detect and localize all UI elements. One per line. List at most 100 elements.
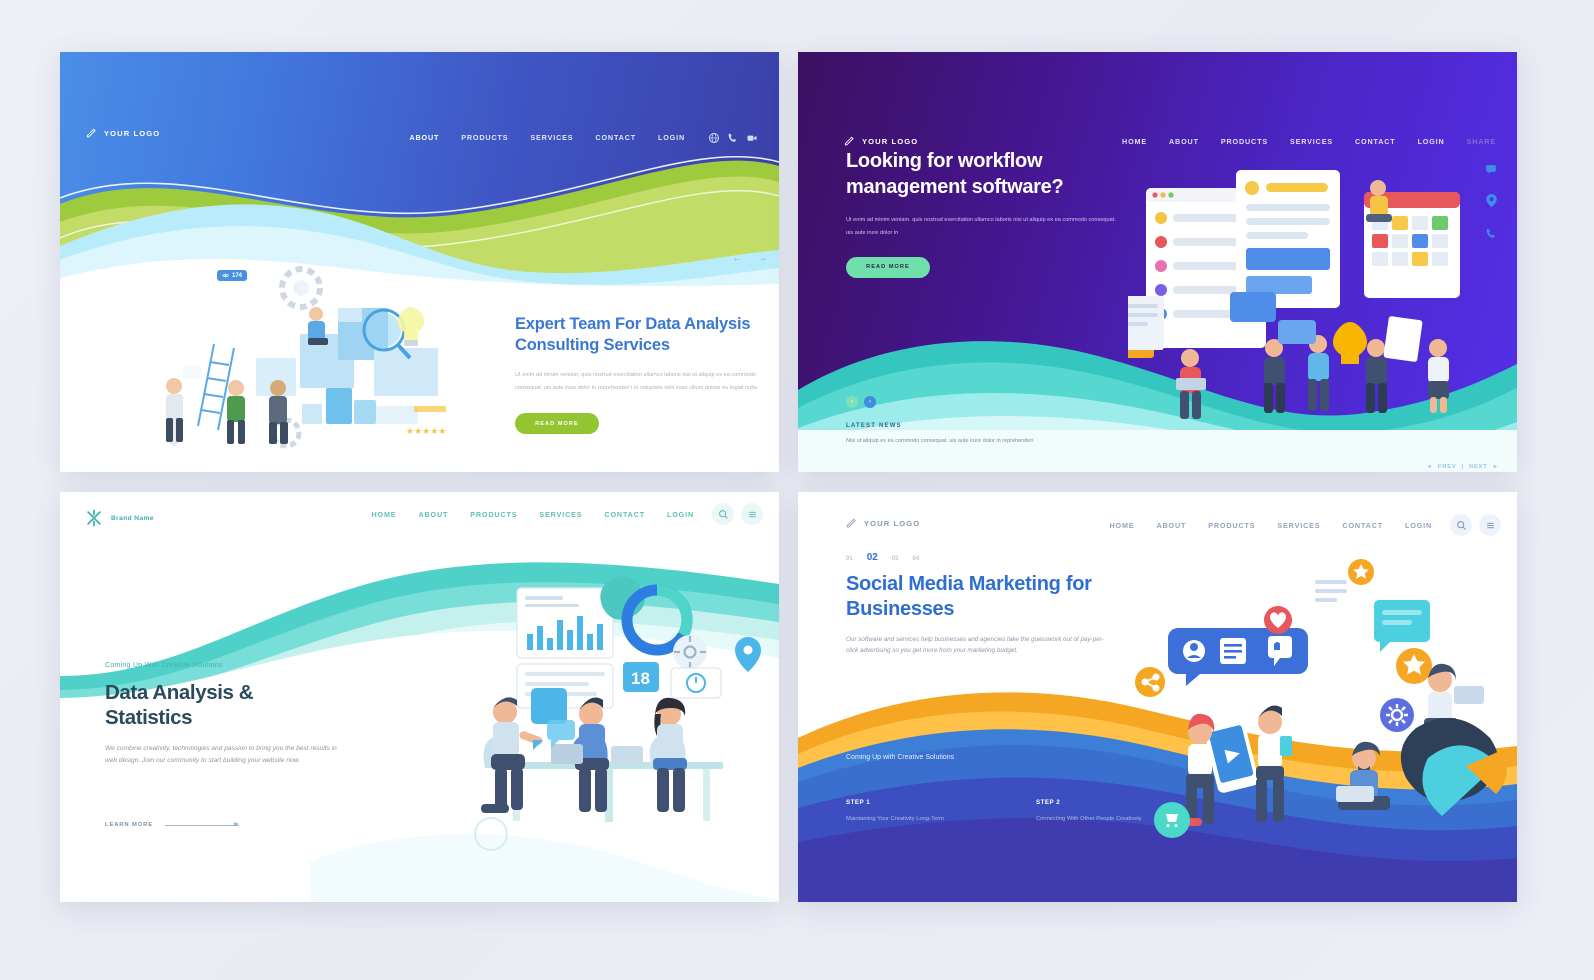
panel1-nav-about[interactable]: ABOUT: [398, 133, 450, 142]
pager-prev-icon[interactable]: ◄: [1426, 464, 1432, 470]
chat-icon[interactable]: [1485, 162, 1497, 180]
panel4-step-1-title: STEP 1: [846, 799, 871, 806]
panel1-illustration: ★★★★★: [166, 266, 446, 449]
hamburger-menu-icon[interactable]: [741, 503, 763, 525]
pencil-icon: [846, 518, 856, 528]
arrow-right-icon: [164, 822, 239, 827]
panel4-steps: STEP 1 Maintaining Your Creativity Long-…: [846, 799, 1142, 825]
panel2-nav-contact[interactable]: CONTACT: [1344, 137, 1407, 146]
panel4-nav-home[interactable]: HOME: [1098, 521, 1145, 530]
panel2-content: Looking for workflow management software…: [846, 148, 1118, 278]
panel4-page-03[interactable]: 03: [892, 556, 899, 562]
panel4-lower-content: Coming Up with Creative Solutions STEP 1…: [846, 754, 1142, 825]
panel4-nav-contact[interactable]: CONTACT: [1331, 521, 1394, 530]
panel2-logo-text: YOUR LOGO: [862, 137, 919, 146]
panel2-nav-login[interactable]: LOGIN: [1407, 137, 1456, 146]
panel4-nav-about[interactable]: ABOUT: [1145, 521, 1197, 530]
panel1-nav-contact[interactable]: CONTACT: [584, 133, 647, 142]
panel4-navigation: HOME ABOUT PRODUCTS SERVICES CONTACT LOG…: [1098, 514, 1501, 536]
panel4-logo[interactable]: YOUR LOGO: [846, 518, 920, 529]
panel1-navigation: ABOUT PRODUCTS SERVICES CONTACT LOGIN: [398, 128, 761, 147]
panel3-body-text: We combine creativity, technologies and …: [105, 745, 337, 764]
panel2-news-nav-dots: ‹ ›: [846, 396, 1033, 408]
panel4-nav-services[interactable]: SERVICES: [1266, 521, 1331, 530]
panel4-lower-kicker: Coming Up with Creative Solutions: [846, 754, 955, 761]
pager-separator: |: [1461, 464, 1465, 470]
panel3-logo[interactable]: Brand Name: [84, 508, 154, 528]
panel3-logo-text: Brand Name: [111, 514, 154, 522]
pencil-icon: [86, 128, 96, 138]
panel2-nav-home[interactable]: HOME: [1111, 137, 1158, 146]
arrow-left-icon[interactable]: ←: [732, 252, 743, 264]
panel3-nav-products[interactable]: PRODUCTS: [459, 510, 528, 519]
arrow-right-icon[interactable]: →: [757, 252, 768, 264]
eye-icon: [222, 273, 229, 278]
panel1-logo[interactable]: YOUR LOGO: [86, 128, 160, 139]
hamburger-menu-icon[interactable]: [1479, 514, 1501, 536]
panel3-nav-home[interactable]: HOME: [360, 510, 407, 519]
panel1-slider-arrows: ← →: [732, 252, 768, 264]
panel3-nav-contact[interactable]: CONTACT: [593, 510, 656, 519]
panel4-heading: Social Media Marketing for Businesses: [846, 573, 1092, 620]
panel4-body-text: Our software and services help businesse…: [846, 636, 1104, 655]
location-pin-icon[interactable]: [1485, 194, 1497, 212]
panel1-logo-text: YOUR LOGO: [104, 129, 161, 138]
panel3-learn-more-link[interactable]: LEARN MORE: [105, 822, 239, 828]
phone-icon[interactable]: [1485, 226, 1497, 244]
panel2-pager: ◄ PREV | NEXT ►: [1426, 464, 1499, 470]
panel3-kicker: Coming Up With Creative Solutions: [105, 660, 223, 669]
panel4-step-1-text: Maintaining Your Creativity Long-Term: [846, 816, 944, 822]
panel2-nav-products[interactable]: PRODUCTS: [1210, 137, 1279, 146]
globe-icon[interactable]: [704, 128, 723, 147]
phone-icon[interactable]: [723, 128, 742, 147]
pencil-icon: [844, 136, 854, 146]
panel4-page-02[interactable]: 02: [867, 552, 878, 563]
panel4-nav-products[interactable]: PRODUCTS: [1197, 521, 1266, 530]
panel3-content: Coming Up With Creative Solutions Data A…: [105, 660, 345, 766]
pager-prev-label[interactable]: PREV: [1438, 464, 1457, 470]
panel1-nav-services[interactable]: SERVICES: [519, 133, 584, 142]
panel3-nav-login[interactable]: LOGIN: [656, 510, 705, 519]
panel3-navigation: HOME ABOUT PRODUCTS SERVICES CONTACT LOG…: [360, 503, 763, 525]
panel4-page-01[interactable]: 01: [846, 556, 853, 562]
panel1-body-text: Ut enim ad minim veniam, quis nostrud ex…: [515, 372, 757, 392]
panel2-body-text: Ut enim ad minim veniam. quis nostrud ex…: [846, 217, 1116, 236]
search-icon[interactable]: [1450, 514, 1472, 536]
panel2-logo[interactable]: YOUR LOGO: [844, 136, 918, 147]
panel4-nav-login[interactable]: LOGIN: [1394, 521, 1443, 530]
svg-text:★★★★★: ★★★★★: [406, 426, 446, 436]
panel4-pagination: 01 02 03 04: [846, 552, 919, 563]
panel2-nav-share[interactable]: SHARE: [1456, 137, 1507, 146]
panel1-nav-products[interactable]: PRODUCTS: [450, 133, 519, 142]
panel2-read-more-button[interactable]: READ MORE: [846, 256, 930, 278]
panel1-nav-login[interactable]: LOGIN: [647, 133, 696, 142]
news-next-arrow-icon[interactable]: ›: [864, 396, 876, 408]
panel1-views-count: 174: [232, 272, 243, 279]
panel4-step-2-text: Connecting With Other People Creatively: [1035, 816, 1142, 822]
panel2-side-icon-rail: [1485, 162, 1497, 244]
panel3-nav-services[interactable]: SERVICES: [528, 510, 593, 519]
panel2-navigation: HOME ABOUT PRODUCTS SERVICES CONTACT LOG…: [1111, 137, 1507, 146]
search-icon[interactable]: [712, 503, 734, 525]
panel1-content: Expert Team For Data Analysis Consulting…: [515, 314, 765, 435]
pager-next-label[interactable]: NEXT: [1469, 464, 1488, 470]
panel2-news-label: LATEST NEWS: [846, 423, 902, 429]
video-camera-icon[interactable]: [742, 128, 761, 147]
panel2-latest-news: ‹ › LATEST NEWS Nisi ut aliquip ex ea co…: [846, 396, 1033, 446]
panel1-read-more-button[interactable]: READ MORE: [515, 413, 599, 435]
panel4-page-04[interactable]: 04: [913, 556, 920, 562]
panel1-views-badge: 174: [217, 270, 248, 281]
landing-page-card-statistics: Brand Name HOME ABOUT PRODUCTS SERVICES …: [60, 492, 779, 902]
panel4-step-2-title: STEP 2: [1035, 799, 1061, 806]
panel2-news-body: Nisi ut aliquip ex ea commodo consequat.…: [846, 438, 1034, 444]
panel2-nav-services[interactable]: SERVICES: [1279, 137, 1344, 146]
landing-page-card-data-analysis: YOUR LOGO ABOUT PRODUCTS SERVICES CONTAC…: [60, 52, 779, 472]
pager-next-icon[interactable]: ►: [1493, 464, 1499, 470]
landing-page-card-social-media: YOUR LOGO HOME ABOUT PRODUCTS SERVICES C…: [798, 492, 1517, 902]
news-prev-arrow-icon[interactable]: ‹: [846, 396, 858, 408]
panel4-step-2: STEP 2 Connecting With Other People Crea…: [1036, 799, 1142, 825]
panel2-nav-about[interactable]: ABOUT: [1158, 137, 1210, 146]
landing-page-card-workflow: YOUR LOGO HOME ABOUT PRODUCTS SERVICES C…: [798, 52, 1517, 472]
panel3-nav-about[interactable]: ABOUT: [407, 510, 459, 519]
panel4-logo-text: YOUR LOGO: [864, 519, 921, 528]
